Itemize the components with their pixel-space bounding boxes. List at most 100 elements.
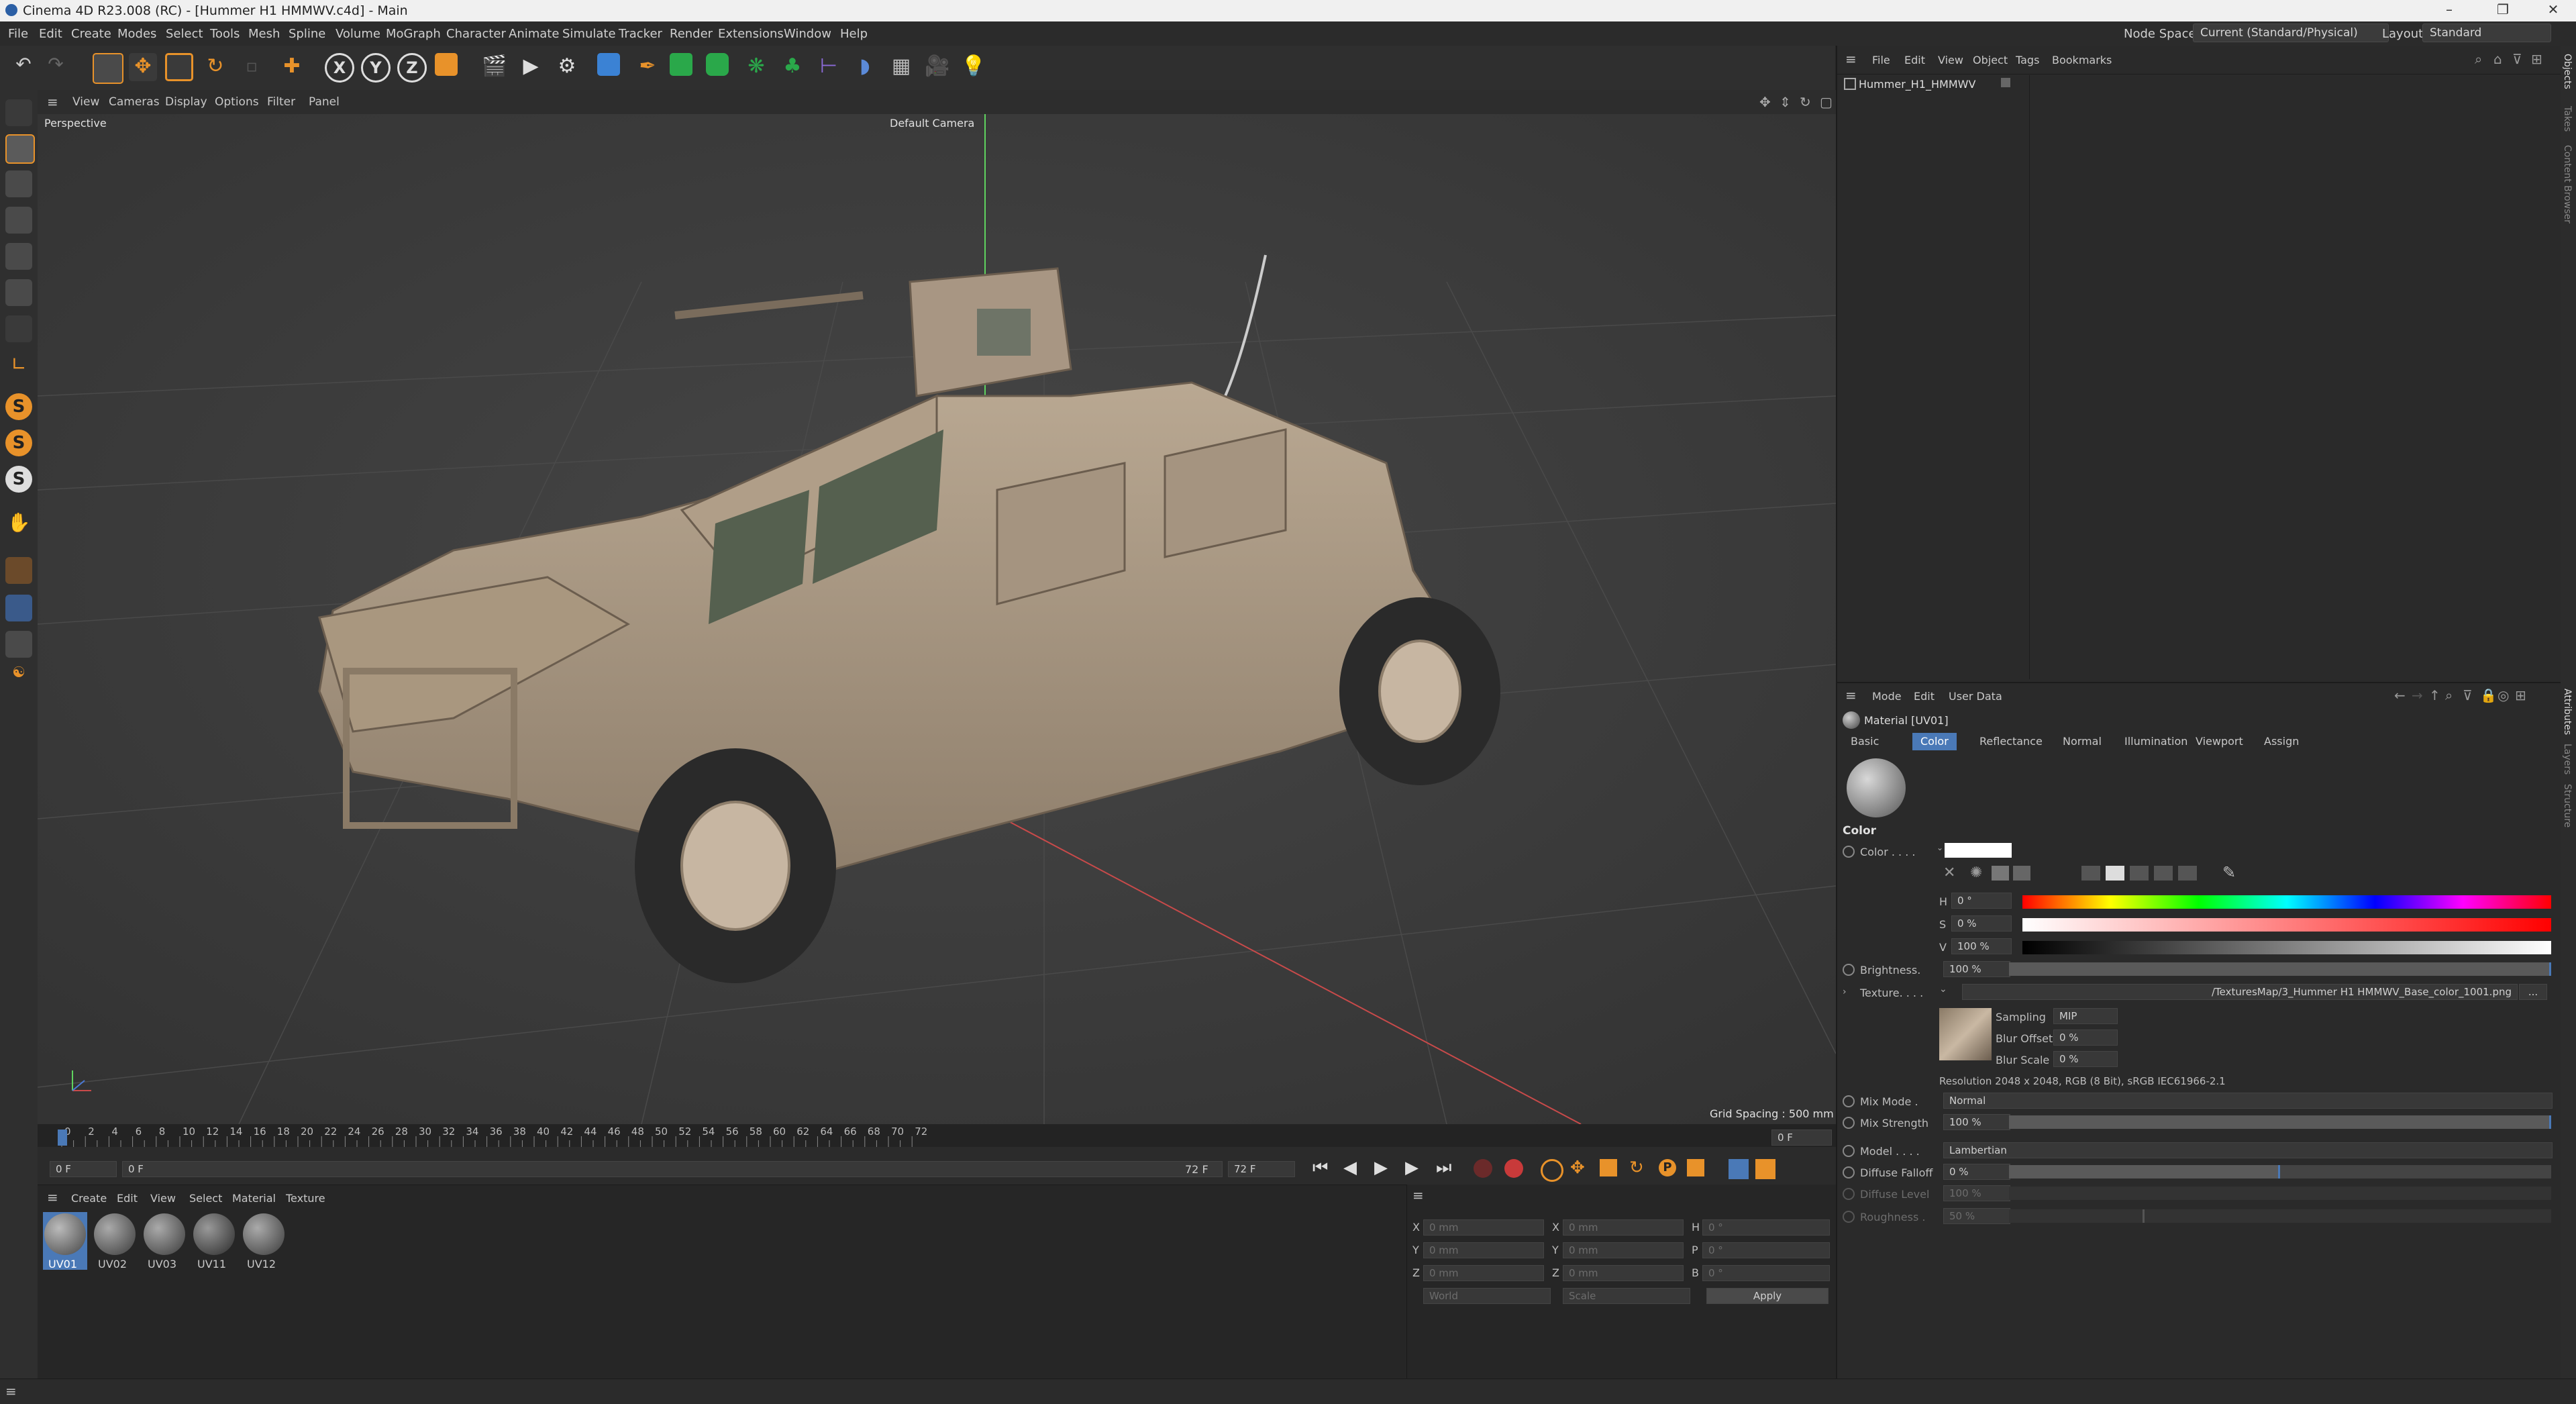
zoom-view-icon[interactable]: ⇕ [1780, 94, 1791, 110]
cloner-icon[interactable]: ❋ [742, 53, 770, 81]
menu-window[interactable]: Window [784, 27, 831, 41]
obj-menu-file[interactable]: File [1872, 54, 1890, 66]
previous-key-icon[interactable]: ◀ [1343, 1158, 1357, 1178]
go-to-start-icon[interactable]: ⏮ [1312, 1158, 1328, 1179]
material-uv01-label[interactable]: UV01 [48, 1258, 77, 1270]
coord-size-x-field[interactable]: 0 mm [1563, 1219, 1684, 1236]
mat-menu-view[interactable]: View [150, 1192, 176, 1205]
mat-menu-select[interactable]: Select [189, 1192, 222, 1205]
sampling-select[interactable]: MIP [2053, 1008, 2118, 1024]
obj-menu-object[interactable]: Object [1973, 54, 2008, 66]
attr-menu-mode[interactable]: Mode [1872, 690, 1902, 703]
pan-view-icon[interactable]: ✥ [1759, 94, 1771, 110]
tab-assign[interactable]: Assign [2256, 733, 2307, 750]
redo-icon[interactable]: ↷ [42, 53, 70, 81]
tab-normal[interactable]: Normal [2055, 733, 2110, 750]
subdivision-surface-icon[interactable] [670, 53, 692, 76]
coordinate-system-icon[interactable] [435, 53, 458, 76]
viewport-menu-options[interactable]: Options [215, 95, 259, 109]
record-icon[interactable] [1474, 1159, 1492, 1178]
next-key-icon[interactable]: ▶ [1405, 1158, 1419, 1178]
diffuse-falloff-animate-icon[interactable] [1843, 1166, 1855, 1179]
coord-pos-x-field[interactable]: 0 mm [1423, 1219, 1544, 1236]
side-tab-layers[interactable]: Layers [2562, 744, 2573, 774]
apply-button[interactable]: Apply [1706, 1288, 1828, 1304]
mat-menu-material[interactable]: Material [232, 1192, 276, 1205]
attr-new-window-icon[interactable]: ⊞ [2515, 687, 2526, 703]
menu-mograph[interactable]: MoGraph [386, 27, 441, 41]
timeline-window-icon[interactable] [1755, 1159, 1775, 1179]
menu-spline[interactable]: Spline [289, 27, 325, 41]
color-expand-icon[interactable]: ⌄ [1937, 843, 1943, 852]
menu-render[interactable]: Render [670, 27, 713, 41]
objects-menu-icon[interactable]: ≡ [1845, 51, 1857, 67]
current-frame-field[interactable]: 0 F [1771, 1130, 1832, 1146]
material-uv12-thumb[interactable] [243, 1213, 285, 1255]
y-axis-lock-icon[interactable]: Y [361, 53, 391, 83]
image-picker-icon[interactable] [1992, 866, 2009, 881]
menu-tools[interactable]: Tools [210, 27, 240, 41]
diffuse-falloff-slider[interactable] [2009, 1165, 2551, 1179]
close-icon[interactable]: ✕ [2533, 1, 2573, 20]
light-icon[interactable]: 💡 [960, 53, 988, 81]
obj-menu-tags[interactable]: Tags [2016, 54, 2039, 66]
attr-menu-user-data[interactable]: User Data [1949, 690, 2002, 703]
menu-volume[interactable]: Volume [336, 27, 380, 41]
tab-illumination[interactable]: Illumination [2116, 733, 2196, 750]
object-hummer[interactable]: Hummer_H1_HMMWV [1859, 78, 1975, 91]
tab-color[interactable]: Color [1912, 733, 1957, 750]
model-animate-icon[interactable] [1843, 1145, 1855, 1157]
snap-settings-icon[interactable]: S [5, 430, 32, 456]
brightness-animate-icon[interactable] [1843, 964, 1855, 976]
attr-search-icon[interactable]: ⌕ [2445, 687, 2453, 703]
start-frame-field[interactable]: 0 F [50, 1161, 117, 1177]
toggle-view-icon[interactable]: ▢ [1820, 94, 1833, 110]
side-tab-takes[interactable]: Takes [2562, 106, 2573, 132]
play-icon[interactable]: ▶ [1374, 1158, 1388, 1178]
up-arrow-icon[interactable]: ↑ [2429, 687, 2440, 703]
menu-simulate[interactable]: Simulate [562, 27, 616, 41]
render-picture-viewer-icon[interactable]: ▶ [517, 53, 545, 81]
side-tab-attributes[interactable]: Attributes [2562, 689, 2573, 735]
key-param-icon[interactable]: P [1659, 1159, 1676, 1176]
viewport-menu-view[interactable]: View [72, 95, 99, 109]
range-slider[interactable]: 0 F [122, 1161, 1223, 1177]
tab-viewport[interactable]: Viewport [2187, 733, 2251, 750]
move-tool-icon[interactable]: ✥ [129, 53, 157, 81]
blur-offset-field[interactable]: 0 % [2053, 1030, 2118, 1046]
make-editable-icon[interactable] [5, 99, 32, 126]
color-animate-icon[interactable] [1843, 846, 1855, 858]
blend-icon[interactable] [2013, 866, 2030, 881]
mix-strength-field[interactable]: 100 % [1943, 1114, 2010, 1130]
hue-slider[interactable] [2022, 895, 2551, 909]
extrude-generator-icon[interactable] [706, 53, 729, 76]
recent-tool-icon[interactable]: ▫ [238, 53, 266, 81]
tab-basic[interactable]: Basic [1843, 733, 1887, 750]
axis-mode-icon[interactable]: ∟ [5, 353, 32, 380]
obj-menu-bookmarks[interactable]: Bookmarks [2052, 54, 2112, 66]
mix-strength-animate-icon[interactable] [1843, 1117, 1855, 1129]
menu-help[interactable]: Help [840, 27, 868, 41]
render-view-icon[interactable]: 🎬 [480, 53, 509, 81]
cube-primitive-icon[interactable] [597, 53, 620, 76]
hsv-mode-icon[interactable] [2106, 866, 2124, 881]
material-uv01-thumb[interactable] [44, 1213, 86, 1255]
undo-icon[interactable]: ↶ [9, 53, 38, 81]
v-field[interactable]: 100 % [1951, 938, 2012, 954]
status-menu-icon[interactable]: ≡ [5, 1383, 17, 1399]
layout-grid-icon[interactable] [5, 631, 32, 658]
new-window-icon[interactable]: ⊞ [2531, 51, 2542, 67]
z-axis-lock-icon[interactable]: Z [397, 53, 427, 83]
forward-arrow-icon[interactable]: → [2412, 687, 2423, 703]
menu-character[interactable]: Character [446, 27, 506, 41]
saturation-slider[interactable] [2022, 918, 2551, 932]
coord-mode-select[interactable]: World [1423, 1288, 1551, 1304]
menu-extensions[interactable]: Extensions [718, 27, 784, 41]
coord-size-y-field[interactable]: 0 mm [1563, 1242, 1684, 1258]
create-tool-icon[interactable]: ✚ [278, 53, 306, 81]
back-arrow-icon[interactable]: ← [2394, 687, 2406, 703]
mat-menu-create[interactable]: Create [71, 1192, 107, 1205]
target-icon[interactable]: ◎ [2497, 687, 2509, 703]
snap-icon[interactable]: S [5, 393, 32, 420]
search-icon[interactable]: ⌕ [2475, 51, 2482, 67]
